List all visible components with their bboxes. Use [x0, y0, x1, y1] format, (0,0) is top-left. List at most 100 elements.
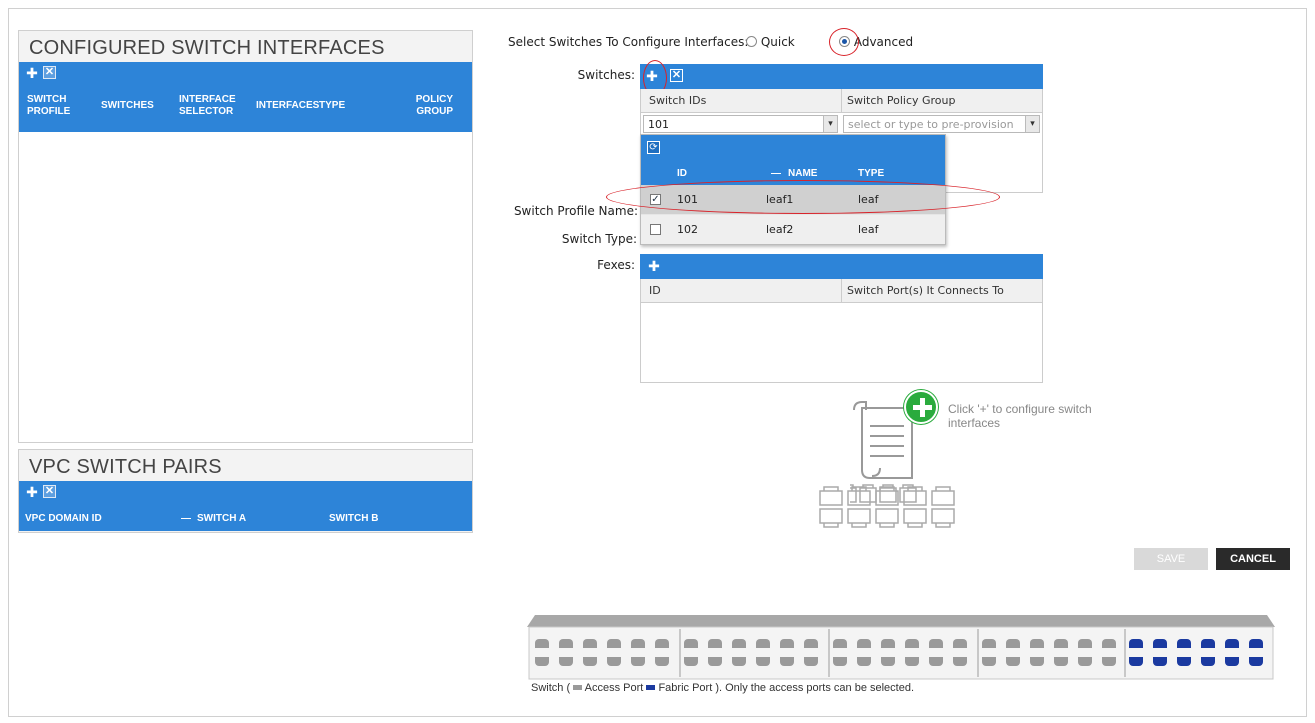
col-type[interactable]: TYPE: [858, 168, 884, 180]
configured-interfaces-panel: CONFIGURED SWITCH INTERFACES ✚ ✕ SWITCH …: [18, 30, 473, 443]
access-port[interactable]: [1054, 657, 1068, 666]
access-port[interactable]: [583, 657, 597, 666]
access-port[interactable]: [857, 639, 871, 648]
delete-icon[interactable]: ✕: [43, 485, 56, 498]
fexes-grid-body: [640, 303, 1043, 383]
row-name: leaf2: [766, 223, 794, 236]
col-switch-ports[interactable]: Switch Port(s) It Connects To: [847, 284, 1004, 297]
col-interfaces[interactable]: INTERFACES: [256, 100, 319, 112]
access-port[interactable]: [607, 639, 621, 648]
fabric-port: [1177, 657, 1191, 666]
access-port[interactable]: [708, 657, 722, 666]
access-port[interactable]: [1054, 639, 1068, 648]
access-port[interactable]: [953, 657, 967, 666]
access-port[interactable]: [929, 657, 943, 666]
access-port[interactable]: [780, 639, 794, 648]
col-switch-profile[interactable]: SWITCH PROFILE: [27, 94, 87, 118]
access-port[interactable]: [655, 657, 669, 666]
access-port[interactable]: [1006, 639, 1020, 648]
col-type[interactable]: TYPE: [319, 100, 345, 112]
access-port[interactable]: [905, 639, 919, 648]
access-port[interactable]: [1030, 657, 1044, 666]
col-policy-group[interactable]: POLICY GROUP: [403, 94, 453, 118]
sort-mark: —: [181, 513, 191, 524]
col-switch-b[interactable]: SWITCH B: [329, 513, 378, 525]
switch-id-combo[interactable]: 101 ▾: [643, 115, 838, 133]
col-interface-selector[interactable]: INTERFACE SELECTOR: [179, 94, 239, 118]
configured-interfaces-title: CONFIGURED SWITCH INTERFACES: [29, 37, 385, 59]
access-port[interactable]: [756, 639, 770, 648]
delete-icon[interactable]: ✕: [43, 66, 56, 79]
quick-radio[interactable]: Quick: [746, 35, 795, 49]
access-port[interactable]: [833, 639, 847, 648]
col-switch-ids[interactable]: Switch IDs: [649, 94, 706, 107]
chevron-down-icon[interactable]: ▾: [1025, 116, 1039, 132]
access-port[interactable]: [929, 639, 943, 648]
access-port[interactable]: [684, 657, 698, 666]
fabric-port: [1153, 657, 1167, 666]
cancel-button[interactable]: CANCEL: [1216, 548, 1290, 570]
access-port[interactable]: [833, 657, 847, 666]
access-port[interactable]: [684, 639, 698, 648]
access-port[interactable]: [559, 639, 573, 648]
add-icon[interactable]: ✚: [25, 485, 39, 499]
highlight-ring: [606, 180, 1000, 214]
col-vpc-domain-id[interactable]: VPC DOMAIN ID: [25, 513, 102, 525]
access-port[interactable]: [607, 657, 621, 666]
access-port[interactable]: [756, 657, 770, 666]
configured-interfaces-header: ✚ ✕ SWITCH PROFILE SWITCHES INTERFACE SE…: [19, 62, 472, 132]
access-port[interactable]: [982, 639, 996, 648]
switch-policy-placeholder: select or type to pre-provision: [848, 118, 1014, 131]
col-switch-a[interactable]: SWITCH A: [197, 513, 246, 525]
access-port[interactable]: [631, 657, 645, 666]
refresh-icon[interactable]: ⟳: [647, 141, 660, 154]
access-port[interactable]: [982, 657, 996, 666]
access-port[interactable]: [1030, 639, 1044, 648]
col-switch-policy-group[interactable]: Switch Policy Group: [847, 94, 956, 107]
dropdown-row[interactable]: 102 leaf2 leaf: [641, 215, 945, 244]
col-fex-id[interactable]: ID: [649, 284, 661, 297]
access-port[interactable]: [535, 657, 549, 666]
fabric-port-label: Fabric Port: [658, 682, 713, 694]
access-port[interactable]: [559, 657, 573, 666]
access-port[interactable]: [708, 639, 722, 648]
highlight-ring: [829, 28, 859, 56]
configured-interfaces-body: [19, 132, 472, 442]
access-port[interactable]: [804, 657, 818, 666]
access-port[interactable]: [1078, 639, 1092, 648]
switch-type-label: Switch Type:: [561, 232, 637, 246]
access-port[interactable]: [732, 639, 746, 648]
fexes-grid-header: ID Switch Port(s) It Connects To: [640, 279, 1043, 303]
fabric-port: [1129, 639, 1143, 648]
add-icon[interactable]: ✚: [25, 66, 39, 80]
save-button[interactable]: SAVE: [1134, 548, 1208, 570]
col-id[interactable]: ID: [677, 168, 687, 180]
delete-switch-icon[interactable]: ✕: [670, 69, 683, 82]
access-port[interactable]: [1102, 657, 1116, 666]
access-port[interactable]: [535, 639, 549, 648]
fabric-port: [1249, 657, 1263, 666]
chevron-down-icon[interactable]: ▾: [823, 116, 837, 132]
access-port[interactable]: [732, 657, 746, 666]
access-port[interactable]: [881, 639, 895, 648]
col-name[interactable]: NAME: [788, 168, 817, 180]
add-fex-icon[interactable]: ✚: [647, 259, 661, 273]
add-interface-plus-icon[interactable]: [904, 390, 938, 424]
access-port[interactable]: [1006, 657, 1020, 666]
col-switches[interactable]: SWITCHES: [101, 100, 154, 112]
switches-label: Switches:: [577, 68, 635, 82]
row-checkbox[interactable]: [650, 224, 661, 235]
access-port[interactable]: [804, 639, 818, 648]
switch-policy-combo[interactable]: select or type to pre-provision ▾: [843, 115, 1040, 133]
access-port[interactable]: [583, 639, 597, 648]
access-port[interactable]: [857, 657, 871, 666]
access-port[interactable]: [953, 639, 967, 648]
access-port[interactable]: [905, 657, 919, 666]
access-port[interactable]: [881, 657, 895, 666]
access-port[interactable]: [1102, 639, 1116, 648]
access-port[interactable]: [655, 639, 669, 648]
quick-radio-icon[interactable]: [746, 36, 757, 47]
access-port[interactable]: [780, 657, 794, 666]
access-port[interactable]: [1078, 657, 1092, 666]
access-port[interactable]: [631, 639, 645, 648]
